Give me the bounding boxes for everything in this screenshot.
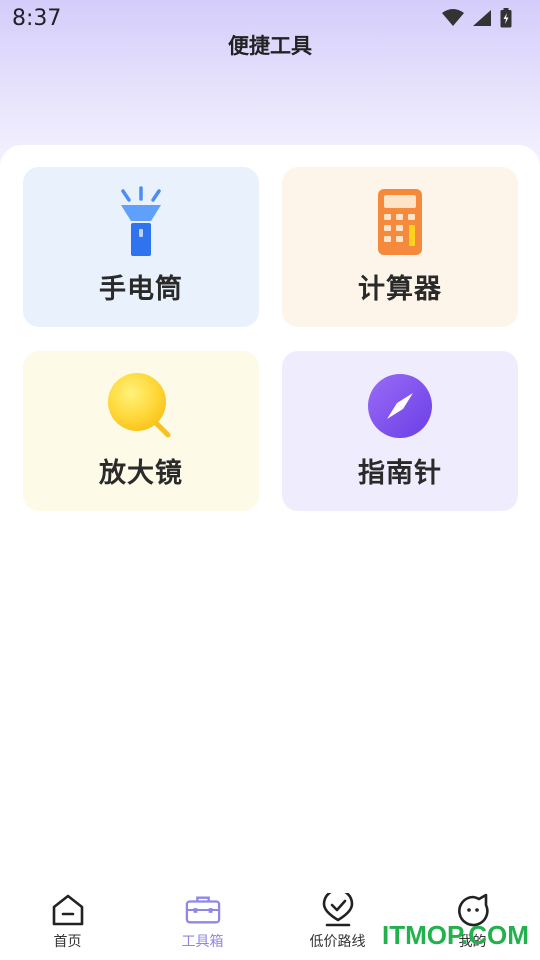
magnifier-icon: [104, 369, 178, 443]
nav-low-price-route-label: 低价路线: [309, 934, 366, 950]
tool-flashlight[interactable]: 手电筒: [23, 167, 259, 327]
page-title: 便捷工具: [228, 34, 312, 58]
wifi-icon: [442, 9, 464, 26]
tool-flashlight-label: 手电筒: [99, 274, 183, 305]
location-check-icon: [320, 892, 356, 928]
flashlight-icon: [104, 185, 178, 259]
tool-magnifier[interactable]: 放大镜: [23, 351, 259, 511]
nav-toolbox-label: 工具箱: [181, 934, 224, 950]
signal-icon: [473, 10, 491, 26]
status-time: 8:37: [12, 5, 62, 31]
tool-compass-label: 指南针: [358, 458, 442, 489]
nav-home-label: 首页: [53, 934, 82, 950]
watermark: ITMOP.COM: [382, 920, 529, 950]
nav-toolbox[interactable]: 工具箱: [135, 880, 270, 960]
nav-home[interactable]: 首页: [0, 880, 135, 960]
tool-calculator-label: 计算器: [358, 274, 442, 305]
tool-calculator[interactable]: 计算器: [282, 167, 518, 327]
toolbox-icon: [185, 892, 221, 928]
calculator-icon: [363, 185, 437, 259]
home-icon: [50, 892, 86, 928]
tool-compass[interactable]: 指南针: [282, 351, 518, 511]
battery-icon: [500, 8, 512, 28]
tool-magnifier-label: 放大镜: [99, 458, 183, 489]
status-icons: [442, 8, 512, 28]
compass-icon: [363, 369, 437, 443]
